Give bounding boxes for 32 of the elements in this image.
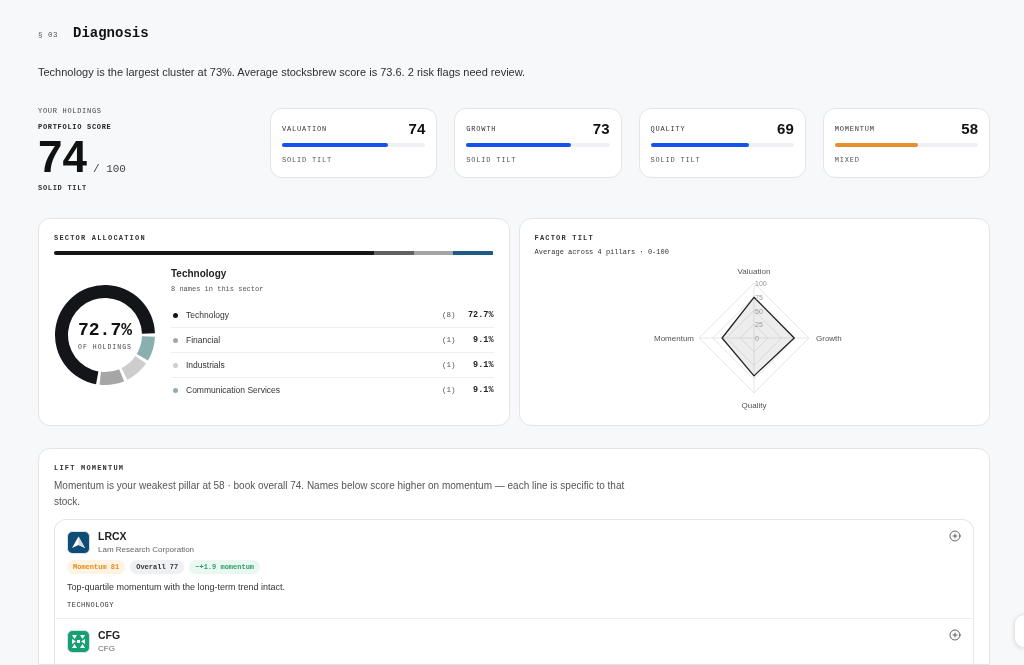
lift-description: Momentum is your weakest pillar at 58 · book overall 74. Names below score higher on momentum — each line is specific to that stock. xyxy=(54,479,626,509)
sector-name: Financial xyxy=(186,335,222,345)
pillar-score: 74 xyxy=(408,120,426,137)
sector-share: 9.1% xyxy=(472,335,494,345)
stock-ticker: CFG xyxy=(98,629,121,641)
sector-share: 72.7% xyxy=(467,310,494,320)
axis-label: Growth xyxy=(816,334,843,343)
axis-label: Valuation xyxy=(737,267,771,276)
portfolio-score: 74 xyxy=(38,135,87,179)
add-button[interactable] xyxy=(949,629,961,641)
add-button[interactable] xyxy=(949,530,961,542)
axis-label: Quality xyxy=(741,401,767,410)
company-name: Lam Research Corporation xyxy=(98,545,195,554)
sector-share: 9.1% xyxy=(472,360,494,370)
stock-ticker: LRCX xyxy=(98,530,127,542)
sector-name: Communication Services xyxy=(186,385,281,395)
add-icon xyxy=(949,629,961,641)
pillar-score: 73 xyxy=(592,120,610,137)
sector-name: Technology xyxy=(186,310,230,320)
axis-label: Momentum xyxy=(654,334,695,343)
stock-note: Top-quartile momentum with the long-term trend intact. xyxy=(67,582,286,592)
score-maximum: / 100 xyxy=(92,163,126,175)
company-name: CFG xyxy=(98,644,115,653)
donut-value: 72.7% xyxy=(78,319,132,340)
section-title: Diagnosis xyxy=(73,25,149,41)
add-icon xyxy=(949,530,961,542)
focus-sector-name: Technology xyxy=(171,268,228,279)
sector-name: Industrials xyxy=(186,360,226,370)
sector-share: 9.1% xyxy=(472,385,494,395)
pillar-score: 58 xyxy=(961,120,978,137)
summary-text: Technology is the largest cluster at 73%. Average stocksbrew score is 73.6. 2 risk flags need review. xyxy=(38,66,527,78)
pillar-score: 69 xyxy=(777,120,794,137)
